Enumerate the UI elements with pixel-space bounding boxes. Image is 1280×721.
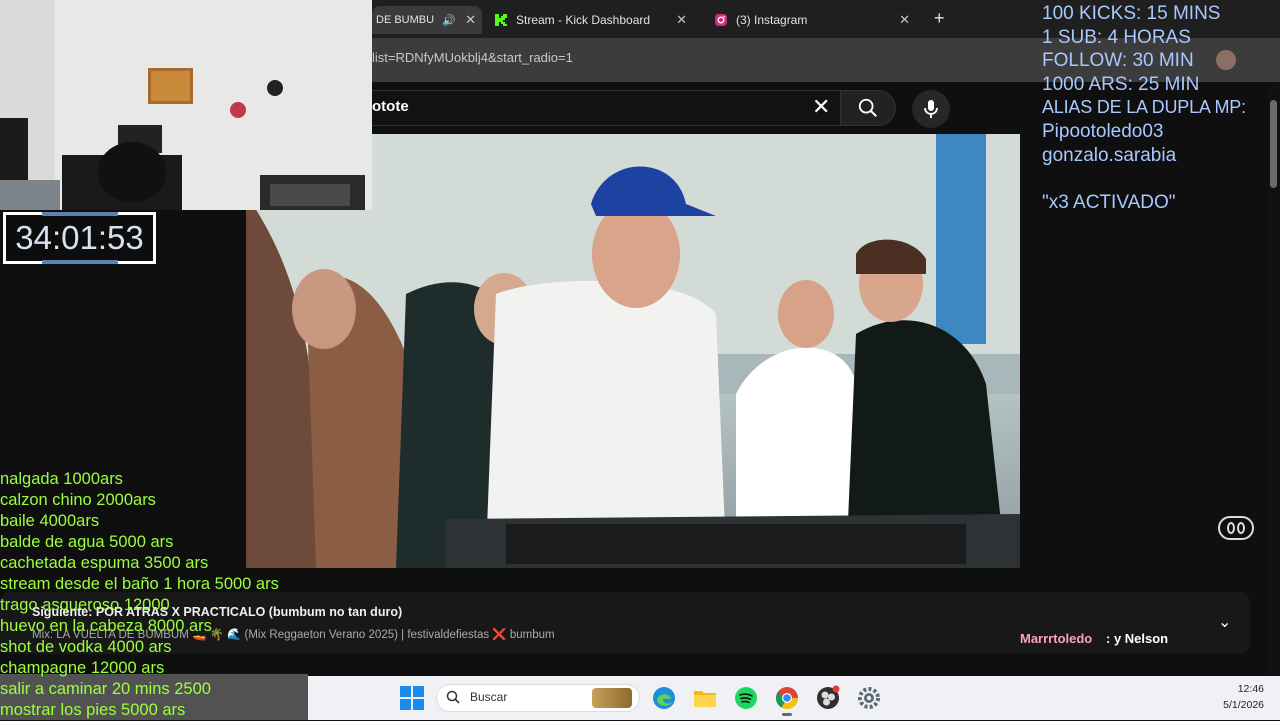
timer-accent-bar bbox=[42, 260, 118, 264]
microphone-icon bbox=[924, 100, 938, 118]
goal-line: "x3 ACTIVADO" bbox=[1042, 191, 1176, 213]
scrollbar-thumb[interactable] bbox=[1270, 100, 1277, 188]
search-input-value: otote bbox=[372, 98, 409, 115]
tab-youtube[interactable]: DE BUMBU 🔊 ✕ bbox=[372, 6, 482, 34]
tab-title: Stream - Kick Dashboard bbox=[516, 13, 651, 27]
obs-icon[interactable] bbox=[815, 685, 841, 711]
goal-line: 100 KICKS: 15 MINS bbox=[1042, 3, 1221, 24]
chevron-down-icon[interactable]: ⌄ bbox=[1218, 612, 1231, 632]
close-tab-icon[interactable]: ✕ bbox=[465, 12, 476, 28]
price-item: stream desde el baño 1 hora 5000 ars bbox=[0, 575, 279, 593]
search-input[interactable] bbox=[360, 90, 840, 126]
goal-line bbox=[1042, 167, 1280, 191]
taskbar-clock-date[interactable]: 5/1/2026 bbox=[1210, 699, 1264, 711]
new-tab-button[interactable]: + bbox=[934, 8, 945, 29]
url-text[interactable]: list=RDNfyMUokblj4&start_radio=1 bbox=[372, 50, 573, 65]
price-item: calzon chino 2000ars bbox=[0, 491, 156, 509]
tab-title: DE BUMBU bbox=[376, 14, 435, 26]
price-list-overlay: nalgada 1000ars calzon chino 2000ars bai… bbox=[0, 469, 320, 721]
active-app-indicator bbox=[782, 713, 792, 716]
taskbar-clock-time[interactable]: 12:46 bbox=[1220, 683, 1264, 695]
voice-search-button[interactable] bbox=[912, 90, 950, 128]
price-item: mostrar los pies 5000 ars bbox=[0, 701, 186, 719]
price-item: shot de vodka 4000 ars bbox=[0, 638, 172, 656]
stream-timer: 34:01:53 bbox=[3, 212, 156, 264]
goal-line: gonzalo.sarabia bbox=[1042, 144, 1177, 166]
tab-kick-dashboard[interactable]: Stream - Kick Dashboard ✕ bbox=[490, 6, 695, 34]
webcam-feed bbox=[0, 0, 372, 210]
instagram-icon bbox=[715, 14, 727, 26]
price-item: champagne 12000 ars bbox=[0, 659, 165, 677]
subathon-goals-overlay: 100 KICKS: 15 MINS 1 SUB: 4 HORAS FOLLOW… bbox=[1042, 2, 1280, 214]
chrome-icon[interactable] bbox=[774, 685, 800, 711]
search-button[interactable] bbox=[840, 90, 896, 126]
chat-message: : y Nelson bbox=[1106, 631, 1169, 646]
price-item: cachetada espuma 3500 ars bbox=[0, 554, 209, 572]
speaker-icon: 🔊 bbox=[442, 14, 456, 27]
goal-line: 1 SUB: 4 HORAS bbox=[1042, 26, 1191, 48]
clear-search-icon[interactable]: ✕ bbox=[812, 94, 830, 120]
goal-line: ALIAS DE LA DUPLA MP: bbox=[1042, 97, 1246, 118]
close-tab-icon[interactable]: ✕ bbox=[899, 12, 910, 28]
goal-line: Pipootoledo03 bbox=[1042, 120, 1164, 142]
spotify-icon[interactable] bbox=[733, 685, 759, 711]
overlay-logo-icon bbox=[1218, 516, 1254, 540]
price-item: baile 4000ars bbox=[0, 512, 100, 530]
webcam-image bbox=[0, 0, 372, 210]
search-icon bbox=[446, 690, 460, 704]
search-icon bbox=[858, 98, 877, 117]
price-item: trago asqueroso 12000 bbox=[0, 596, 170, 614]
goal-line: FOLLOW: 30 MIN bbox=[1042, 50, 1194, 72]
tab-instagram[interactable]: (3) Instagram ✕ bbox=[708, 6, 918, 34]
kick-logo-icon bbox=[495, 14, 507, 26]
settings-gear-icon[interactable] bbox=[856, 685, 882, 711]
tab-title: (3) Instagram bbox=[736, 13, 808, 27]
price-item: salir a caminar 20 mins 2500 bbox=[0, 680, 211, 698]
timer-accent-bar bbox=[42, 212, 118, 216]
price-item: huevo en la cabeza 8000 ars bbox=[0, 617, 212, 635]
edge-icon[interactable] bbox=[651, 685, 677, 711]
file-explorer-icon[interactable] bbox=[692, 685, 718, 711]
price-item: balde de agua 5000 ars bbox=[0, 533, 174, 551]
close-tab-icon[interactable]: ✕ bbox=[676, 12, 687, 28]
start-button[interactable] bbox=[400, 686, 424, 710]
price-item: nalgada 1000ars bbox=[0, 470, 123, 488]
chat-username: Marrrtoledo bbox=[1020, 631, 1093, 646]
search-highlight-icon bbox=[592, 688, 632, 708]
goal-line: 1000 ARS: 25 MIN bbox=[1042, 73, 1200, 95]
taskbar-search-placeholder: Buscar bbox=[470, 690, 508, 704]
